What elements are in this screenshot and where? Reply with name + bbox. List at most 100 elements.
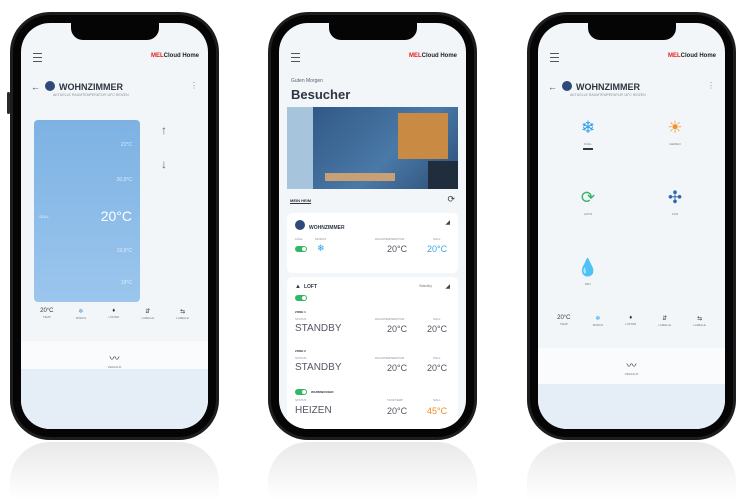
- scale-tick: 19,5°C: [116, 248, 132, 254]
- increase-button[interactable]: ↑: [161, 123, 167, 137]
- footer-area: [21, 369, 208, 429]
- refresh-icon[interactable]: ⟳: [447, 194, 455, 205]
- room-temp-label: RAUMTEMPERATUR: [375, 237, 405, 241]
- setpoint-value: 20°C: [100, 208, 132, 224]
- zone-status: STANDBY: [295, 323, 342, 334]
- history-label: VERLAUF: [624, 371, 639, 376]
- home-photo: [287, 107, 458, 189]
- mode-option-auto[interactable]: ⟳ AUTO: [568, 188, 608, 216]
- footer-area: [538, 384, 725, 429]
- mode-fan[interactable]: ♦ LÜFTER: [108, 308, 119, 330]
- photo-shelf: [398, 113, 448, 159]
- mode-option-dry[interactable]: 💧 DRY: [568, 258, 608, 286]
- home-filter-row: MEIN HEIM ⟳: [287, 191, 458, 209]
- zone-label: ZONE 1: [295, 310, 306, 314]
- back-arrow-icon[interactable]: ←: [31, 82, 40, 92]
- decrease-button[interactable]: ↓: [161, 157, 167, 171]
- mode-bar: 20°C TEMP ❄ MODUS ♦ LÜFTER ⇵ LAMELLE ⇆ LAMELL…: [546, 315, 717, 337]
- brand-logo: MELCloud Home: [150, 53, 199, 59]
- water-status: HEIZEN: [295, 405, 332, 416]
- greeting: Guten Morgen: [291, 78, 323, 84]
- snowflake-icon: ❄: [317, 243, 325, 253]
- signal-icon: ◢: [445, 284, 450, 290]
- mode-operation[interactable]: ❄ MODUS: [76, 308, 86, 330]
- mode-vane-vertical[interactable]: ⇵ LAMELLE: [141, 308, 154, 330]
- droplet-icon: 💧: [577, 258, 599, 277]
- option-label: FAN: [672, 212, 678, 216]
- menu-icon[interactable]: [291, 53, 300, 62]
- zone-label: ZONE 2: [295, 349, 306, 353]
- screen-operation-mode: MELCloud Home ← WOHNZIMMER AKTUELLE RAUMT…: [538, 23, 725, 429]
- more-icon[interactable]: ⋮: [707, 81, 715, 90]
- mode-temp[interactable]: 20°C TEMP: [557, 315, 570, 337]
- auto-cycle-icon: ⟳: [580, 188, 596, 207]
- mode-label: MODUS: [315, 237, 327, 241]
- room-title: WOHNZIMMER: [59, 82, 123, 92]
- mode-option-cool[interactable]: ❄ KÜHL: [568, 118, 608, 150]
- mode-vane-vertical[interactable]: ⇵ LAMELLE: [658, 315, 671, 337]
- mode-operation[interactable]: ❄ MODUS: [593, 315, 603, 337]
- standby-badge: Standby: [419, 284, 432, 288]
- set-temp-value: 20°C: [427, 363, 448, 373]
- history-label: VERLAUF: [107, 364, 122, 369]
- scale-tick: 21°C: [120, 142, 132, 148]
- option-label: AUTO: [583, 212, 593, 216]
- phone-button: [7, 92, 10, 114]
- status-label: STATUS: [295, 317, 307, 321]
- room-temp-label: RAUMTEMPERATUR: [375, 356, 405, 360]
- set-temp-value: 45°C: [427, 406, 448, 416]
- snowflake-icon: ❄: [580, 118, 596, 137]
- signal-icon: ◢: [445, 220, 450, 226]
- unit-icon: [45, 81, 55, 91]
- option-label: KÜHL: [583, 142, 592, 146]
- sun-icon: ☀: [667, 118, 683, 137]
- history-button[interactable]: 〰 VERLAUF: [538, 348, 725, 384]
- phone-frame-1: MELCloud Home ← WOHNZIMMER AKTUELLE RAUMT…: [7, 12, 219, 440]
- temperature-scale[interactable]: 21°C 20,5°C SOLL 20°C 19,5°C 19°C: [34, 120, 140, 302]
- room-temp-value: 20°C: [387, 324, 408, 334]
- status-label: STATUS: [295, 356, 307, 360]
- menu-icon[interactable]: [550, 53, 559, 62]
- set-temp-label: SOLL: [433, 237, 441, 241]
- screen-room-temperature: MELCloud Home ← WOHNZIMMER AKTUELLE RAUMT…: [21, 23, 208, 429]
- room-header: ← WOHNZIMMER: [31, 81, 123, 92]
- photo-desk: [325, 173, 395, 181]
- option-label: HEIZEN: [669, 142, 681, 146]
- chart-line-icon: 〰: [109, 353, 120, 365]
- water-toggle[interactable]: [295, 389, 307, 395]
- power-toggle[interactable]: [295, 246, 307, 252]
- menu-icon[interactable]: [33, 53, 42, 62]
- back-arrow-icon[interactable]: ←: [548, 82, 557, 92]
- reflection: [10, 442, 219, 500]
- mode-vane-horizontal[interactable]: ⇆ LAMELLE: [693, 315, 706, 337]
- mode-vane-horizontal[interactable]: ⇆ LAMELLE: [176, 308, 189, 330]
- zone-status: STANDBY: [295, 362, 342, 373]
- more-icon[interactable]: ⋮: [190, 81, 198, 90]
- tank-temp-value: 20°C: [387, 406, 408, 416]
- unit-icon: [295, 220, 305, 230]
- brand-logo: MELCloud Home: [667, 53, 716, 59]
- mode-option-heat[interactable]: ☀ HEIZEN: [655, 118, 695, 146]
- brand-logo: MELCloud Home: [408, 53, 457, 59]
- reflection: [268, 442, 477, 500]
- selected-indicator: [583, 148, 593, 150]
- unit-card-wohnzimmer[interactable]: WOHNZIMMER ◢ KÜHL MODUS RAUMTEMPERATUR S…: [287, 213, 458, 273]
- notch: [70, 22, 159, 40]
- room-temp-value: 20°C: [387, 244, 408, 254]
- photo-cabinet: [428, 161, 458, 189]
- mode-option-fan[interactable]: ✣ FAN: [655, 188, 695, 216]
- unit-card-loft[interactable]: ▲ LOFT Standby ◢ ZONE 1 STATUS RAUMTEMPER…: [287, 277, 458, 429]
- power-label: KÜHL: [295, 237, 304, 241]
- set-temp-value: 20°C: [427, 244, 448, 254]
- room-subtitle: AKTUELLE RAUMTEMPERATUR 18°C HEIZEN: [53, 93, 129, 97]
- room-temp-label: RAUMTEMPERATUR: [375, 317, 405, 321]
- power-toggle[interactable]: [295, 295, 307, 301]
- scale-tick: 19°C: [120, 280, 132, 286]
- set-temp-label: SOLL: [433, 398, 441, 402]
- mode-temp[interactable]: 20°C TEMP: [40, 308, 53, 330]
- home-filter[interactable]: MEIN HEIM: [290, 198, 311, 203]
- photo-window: [287, 107, 313, 189]
- set-temp-value: 20°C: [427, 324, 448, 334]
- option-label: DRY: [584, 282, 592, 286]
- mode-fan[interactable]: ♦ LÜFTER: [625, 315, 636, 337]
